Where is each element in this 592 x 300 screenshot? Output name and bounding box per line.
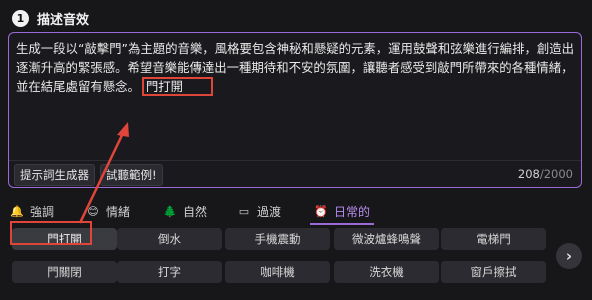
chip-window-wipe[interactable]: 窗戶擦拭 xyxy=(441,261,546,283)
tab-everyday[interactable]: ⏰ 日常的 xyxy=(309,200,375,225)
bell-icon: 🔔 xyxy=(10,204,24,218)
section-title: 描述音效 xyxy=(37,13,90,28)
tab-nature[interactable]: 🌲 自然 xyxy=(163,200,207,222)
step-number-badge: 1 xyxy=(12,10,29,27)
chip-phone-vibrate[interactable]: 手機震動 xyxy=(225,228,330,250)
chip-pour-water[interactable]: 倒水 xyxy=(117,228,222,250)
tab-label: 日常的 xyxy=(334,204,371,219)
alarm-clock-icon: ⏰ xyxy=(314,204,328,218)
chip-typing[interactable]: 打字 xyxy=(117,261,222,283)
editor-footer: 提示詞生成器 試聽範例! 208/2000 xyxy=(9,160,581,188)
character-max: /2000 xyxy=(539,167,573,181)
annotation-chip-highlight xyxy=(10,221,92,245)
tab-label: 過渡 xyxy=(257,204,282,219)
chevron-right-icon: › xyxy=(565,247,573,265)
chip-microwave-beep[interactable]: 微波爐蜂鳴聲 xyxy=(334,228,439,250)
tab-label: 強調 xyxy=(30,204,55,219)
prompt-editor[interactable]: 生成一段以“敲擊門”為主題的音樂，風格要包含神秘和懸疑的元素，運用鼓聲和弦樂進行… xyxy=(8,32,582,188)
chip-washing-machine[interactable]: 洗衣機 xyxy=(334,261,439,283)
smile-icon: 😊 xyxy=(87,204,99,218)
next-page-button[interactable]: › xyxy=(556,243,582,269)
prompt-main-text: 生成一段以“敲擊門”為主題的音樂，風格要包含神秘和懸疑的元素，運用鼓聲和弦樂進行… xyxy=(16,41,575,94)
section-header: 1 描述音效 xyxy=(12,9,89,28)
prompt-highlighted-tag: 門打開 xyxy=(141,77,214,96)
tab-transition[interactable]: ▭ 過渡 xyxy=(237,200,281,222)
transition-icon: ▭ xyxy=(238,204,250,218)
chip-elevator-door[interactable]: 電梯門 xyxy=(441,228,546,250)
tree-icon: 🌲 xyxy=(163,204,177,218)
character-count: 208 xyxy=(517,167,540,181)
prompt-generator-button[interactable]: 提示詞生成器 xyxy=(14,164,95,186)
prompt-text[interactable]: 生成一段以“敲擊門”為主題的音樂，風格要包含神秘和懸疑的元素，運用鼓聲和弦樂進行… xyxy=(16,39,576,96)
character-counter: 208/2000 xyxy=(518,167,573,181)
chip-door-close[interactable]: 門關閉 xyxy=(12,261,117,283)
tab-emphasis[interactable]: 🔔 強調 xyxy=(10,200,54,222)
try-example-button[interactable]: 試聽範例! xyxy=(100,164,163,186)
chip-coffee-machine[interactable]: 咖啡機 xyxy=(225,261,330,283)
tab-label: 情緒 xyxy=(106,204,131,219)
tab-label: 自然 xyxy=(183,204,208,219)
tab-mood[interactable]: 😊 情緒 xyxy=(86,200,130,222)
